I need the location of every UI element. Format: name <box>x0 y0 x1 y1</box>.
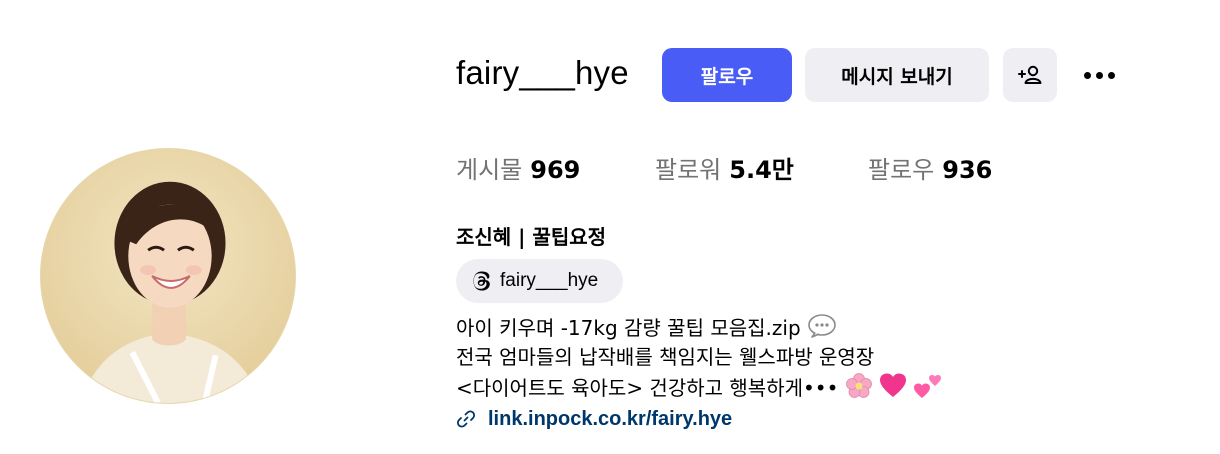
avatar-image <box>41 149 295 403</box>
following-label: 팔로우 <box>868 156 935 184</box>
message-button[interactable]: 메시지 보내기 <box>805 48 989 102</box>
bio-text-3: <다이어트도 육아도> 건강하고 행복하게••• <box>456 376 839 400</box>
threads-handle: fairy___hye <box>500 270 599 291</box>
two-hearts-icon <box>913 372 943 407</box>
bio-line-3: <다이어트도 육아도> 건강하고 행복하게••• <box>456 372 943 407</box>
stat-posts: 게시물 969 <box>456 150 580 185</box>
pink-heart-icon <box>879 372 907 407</box>
threads-icon <box>473 271 490 291</box>
link-icon <box>456 410 476 428</box>
follow-button[interactable]: 팔로우 <box>662 48 792 102</box>
bio-line-2: 전국 엄마들의 납작배를 책임지는 웰스파방 운영장 <box>456 345 875 369</box>
posts-label: 게시물 <box>456 156 523 184</box>
username: fairy___hye <box>456 54 629 91</box>
bio-line-1: 아이 키우며 -17kg 감량 꿀팁 모음집.zip <box>456 314 837 345</box>
link-text: link.inpock.co.kr/fairy.hye <box>488 407 733 430</box>
more-horizontal-icon <box>1081 71 1117 79</box>
more-options-button[interactable] <box>1078 58 1120 92</box>
posts-count: 969 <box>530 156 581 184</box>
flower-icon <box>845 372 873 407</box>
suggest-accounts-button[interactable] <box>1003 48 1057 102</box>
stat-following[interactable]: 팔로우 936 <box>868 150 992 185</box>
external-link[interactable]: link.inpock.co.kr/fairy.hye <box>456 404 732 434</box>
speech-bubble-icon <box>807 314 837 345</box>
profile-header: fairy___hye 팔로우 메시지 보내기 게시물 969 팔로워 5.4만 팔… <box>0 0 1220 454</box>
following-count: 936 <box>942 156 993 184</box>
stat-followers[interactable]: 팔로워 5.4만 <box>655 150 794 185</box>
threads-badge[interactable]: fairy___hye <box>456 259 623 303</box>
followers-label: 팔로워 <box>655 156 722 184</box>
full-name: 조신혜 | 꿀팁요정 <box>456 225 607 249</box>
person-plus-icon <box>1018 65 1042 84</box>
followers-count: 5.4만 <box>729 156 794 184</box>
bio-text-1: 아이 키우며 -17kg 감량 꿀팁 모음집.zip <box>456 316 801 340</box>
avatar[interactable] <box>40 148 296 404</box>
